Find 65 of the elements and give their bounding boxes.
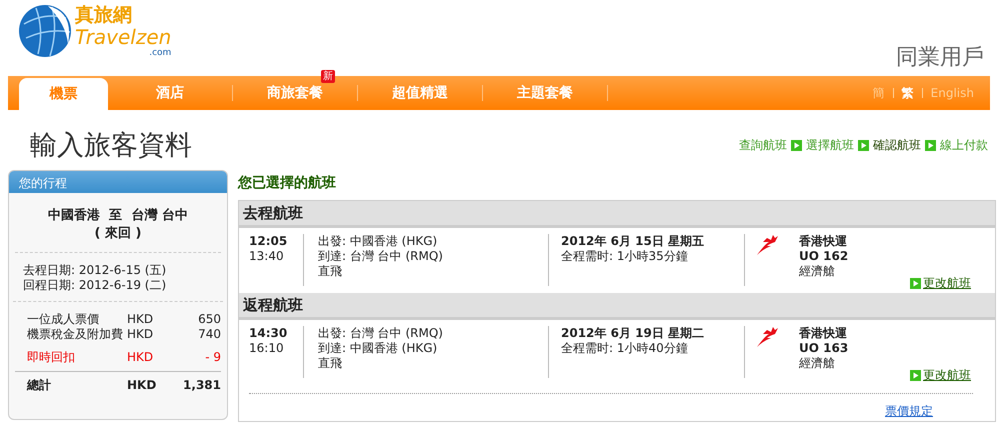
arrival-airport: 到達: 中國香港 (HKG) [318, 341, 438, 356]
progress-step: 查詢航班 [739, 136, 787, 154]
logo-text: Travelzen [75, 26, 172, 48]
language-link[interactable]: 繁 [902, 84, 914, 102]
progress-step: 線上付款 [940, 136, 988, 154]
stops-text: 直飛 [318, 264, 343, 279]
change-flight-link[interactable]: 更改航班 [910, 275, 971, 292]
flight-number: UO 162 [799, 249, 850, 264]
page-title: 輸入旅客資料 [30, 129, 192, 163]
flight-heading: 返程航班 [239, 293, 995, 320]
travel-date: 回程日期: 2012-6-19 (二) [23, 278, 168, 293]
departure-time: 14:30 [249, 326, 288, 341]
play-icon [910, 370, 921, 381]
airline-name: 香港快運 [799, 234, 848, 249]
flight-number: UO 163 [799, 341, 850, 356]
flight-duration: 全程需时: 1小時40分鐘 [561, 341, 689, 356]
fee-label: 即時回扣 [27, 350, 76, 365]
arrival-time: 13:40 [249, 249, 285, 264]
total-label: 總計 [27, 378, 52, 393]
cabin-class: 經濟艙 [799, 356, 836, 371]
change-flight-link[interactable]: 更改航班 [910, 367, 971, 384]
flight-date: 2012年 6月 19日 星期二 [561, 326, 705, 341]
fee-currency: HKD [127, 312, 154, 327]
new-badge: 新 [321, 70, 335, 83]
section-title: 您已選擇的航班 [238, 174, 337, 193]
airline-logo-icon [755, 326, 779, 348]
progress-step: 選擇航班 [806, 136, 854, 154]
flight-duration: 全程需时: 1小時35分鐘 [561, 249, 689, 264]
route-text: 中國香港 至 台灣 台中 [47, 206, 189, 224]
departure-time: 12:05 [249, 234, 288, 249]
nav-tab[interactable]: 機票 [19, 78, 108, 110]
total-currency: HKD [127, 378, 158, 393]
total-amount: 1,381 [182, 378, 221, 393]
nav-tab[interactable]: 超值精選 [358, 76, 482, 110]
fee-label: 機票稅金及附加費 [27, 327, 124, 342]
progress-step: 確認航班 [873, 136, 921, 154]
fee-currency: HKD [127, 327, 154, 342]
arrival-time: 16:10 [249, 341, 285, 356]
nav-tab[interactable]: 主題套餐 [483, 76, 607, 110]
fee-amount: 650 [197, 312, 221, 327]
logo-text: 真旅網 [75, 4, 133, 26]
cabin-class: 經濟艙 [799, 264, 836, 279]
flight-date: 2012年 6月 15日 星期五 [561, 234, 705, 249]
stops-text: 直飛 [318, 356, 343, 371]
fee-currency: HKD [127, 350, 154, 365]
flight-heading: 去程航班 [239, 201, 995, 228]
nav-tab[interactable]: 酒店 [108, 76, 232, 110]
airline-logo-icon [755, 234, 779, 256]
language-link[interactable]: English [930, 86, 974, 100]
travel-date: 去程日期: 2012-6-15 (五) [23, 263, 168, 278]
departure-airport: 出發: 台灣 台中 (RMQ) [318, 326, 444, 341]
fee-amount: - 9 [204, 350, 221, 365]
departure-airport: 出發: 中國香港 (HKG) [318, 234, 438, 249]
fee-amount: 740 [197, 327, 221, 342]
play-icon [910, 278, 921, 289]
trip-type-text: ( 來回 ) [15, 224, 221, 253]
fare-rules-link[interactable]: 票價規定 [885, 403, 933, 420]
airline-name: 香港快運 [799, 326, 848, 341]
arrival-airport: 到達: 台灣 台中 (RMQ) [318, 249, 444, 264]
user-type-label: 同業用戶 [896, 44, 984, 72]
fee-label: 一位成人票價 [27, 312, 100, 327]
globe-logo-icon [18, 4, 72, 58]
panel-header: 您的行程 [9, 171, 227, 193]
logo-text: .com [149, 48, 172, 58]
language-link[interactable]: 簡 [872, 84, 885, 102]
